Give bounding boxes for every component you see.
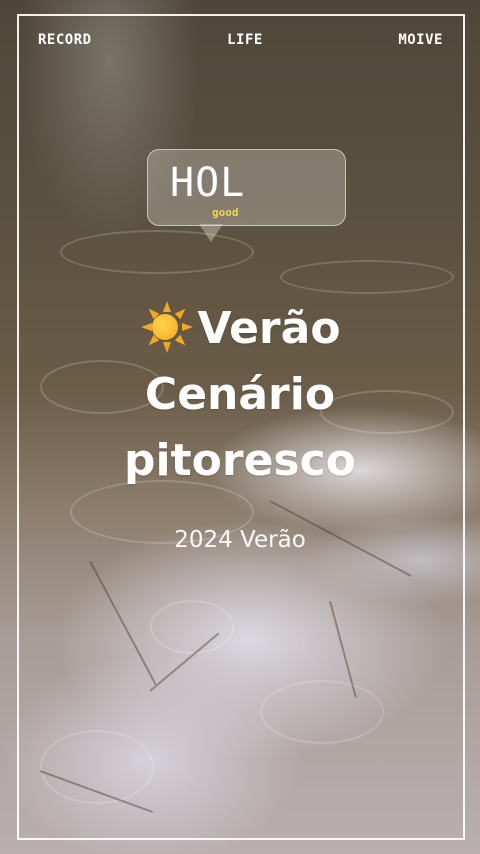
- speech-bubble-tail: [199, 224, 223, 242]
- sun-icon: [139, 301, 194, 353]
- subtitle: 2024 Verão: [174, 527, 306, 553]
- bubble-subtitle: good: [212, 206, 239, 219]
- story-screen: RECORD LIFE MOIVE HOL good Verão Cenário…: [0, 0, 480, 854]
- headline-line-1: Verão: [0, 296, 480, 362]
- headline: Verão Cenário pitoresco: [0, 296, 480, 494]
- headline-line-3: pitoresco: [124, 435, 356, 486]
- nav-moive[interactable]: MOIVE: [398, 32, 443, 48]
- nav-record[interactable]: RECORD: [38, 32, 92, 48]
- headline-line-2: Cenário: [144, 369, 336, 420]
- top-nav: RECORD LIFE MOIVE: [38, 30, 443, 50]
- bubble-title: HOL: [170, 160, 246, 206]
- headline-text-1: Verão: [197, 303, 341, 354]
- nav-life[interactable]: LIFE: [227, 32, 263, 48]
